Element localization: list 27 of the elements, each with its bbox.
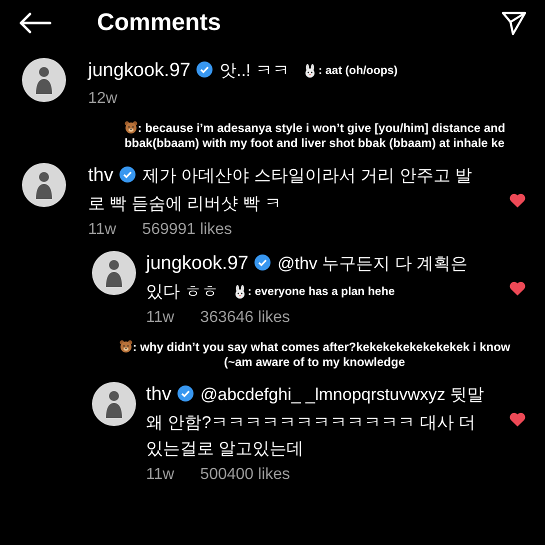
avatar[interactable] (92, 251, 136, 295)
likes-count[interactable]: 363646 likes (200, 309, 290, 327)
comment-time: 11w (88, 221, 116, 239)
comment-text: jungkook.97 @thv 누구든지 다 계획은 있다 ㅎㅎ : everyone has a plan hehe (146, 252, 469, 303)
rabbit-face-icon (303, 64, 318, 78)
back-arrow-icon[interactable] (18, 12, 52, 34)
likes-count[interactable]: 569991 likes (142, 221, 232, 239)
avatar[interactable] (22, 163, 66, 207)
heart-icon[interactable] (509, 412, 526, 427)
heart-icon[interactable] (509, 281, 526, 296)
translation-caption: : why didn’t you say what comes after?kekekekekekekekek i know (~am aware of to my knowledge (112, 339, 517, 370)
heart-icon[interactable] (509, 193, 526, 208)
comment-time: 11w (146, 466, 174, 484)
comment-text: jungkook.97 앗..! ㅋㅋ : aat (oh/oops) (88, 59, 399, 83)
rabbit-face-icon (232, 285, 247, 299)
comment-time: 11w (146, 309, 174, 327)
comment-text: thv 제가 아데산야 스타일이라서 거리 안주고 발로 빡 듣숨에 리버샷 빡 ㅋ (88, 164, 473, 215)
bear-face-icon (118, 339, 133, 353)
translation-caption: : because i’m adesanya style i won’t give [you/him] distance and bbak(bbaam) with my foot and liver shot bbak (bbaam) at inhale ke (122, 120, 506, 151)
comment-time: 12w (88, 90, 118, 108)
bear-face-icon (124, 120, 138, 134)
send-icon[interactable] (501, 10, 527, 36)
comment-text: thv @abcdefghi_ _lmnopqrstuvwxyz 뒷말 왜 안함?ㅋㅋㅋㅋㅋㅋㅋㅋㅋㅋㅋㅋ 대사 더 있는걸로 알고있는데 (146, 383, 485, 460)
likes-count[interactable]: 500400 likes (200, 466, 290, 484)
avatar[interactable] (22, 58, 66, 102)
page-title: Comments (97, 9, 222, 37)
avatar[interactable] (92, 382, 136, 426)
